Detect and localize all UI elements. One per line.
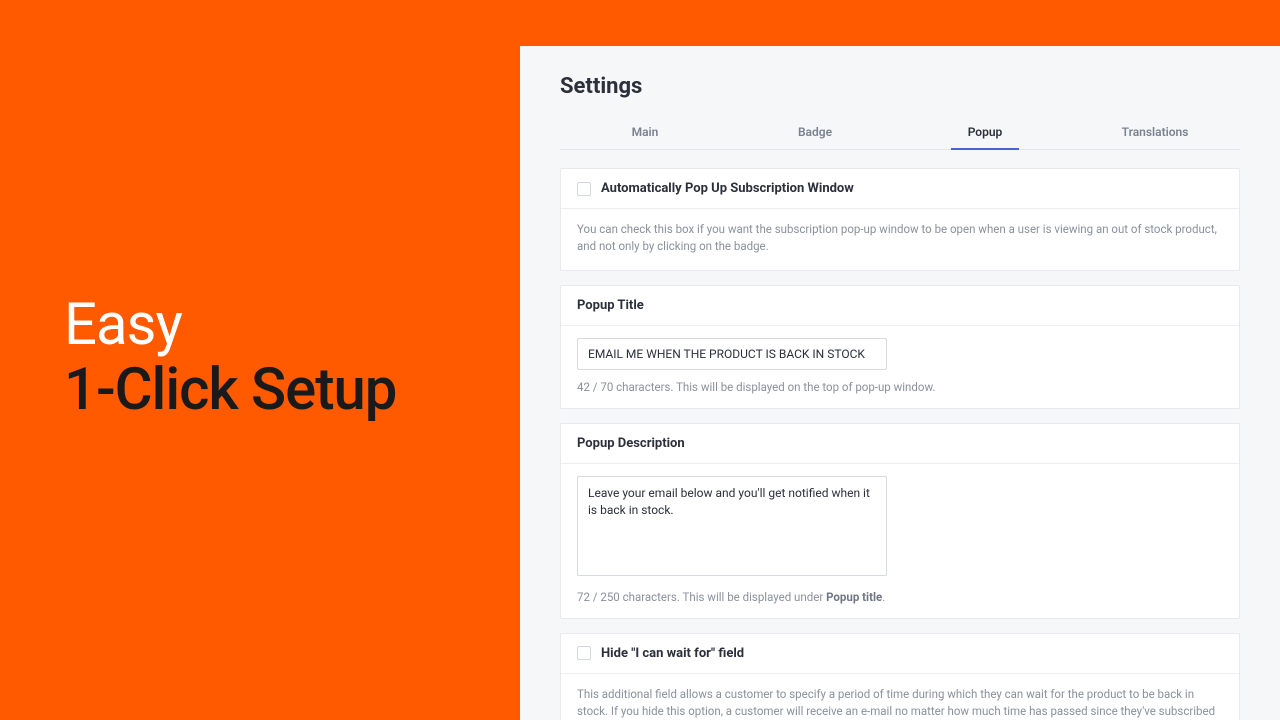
hero-text: Easy 1-Click Setup	[64, 295, 396, 421]
tab-translations[interactable]: Translations	[1070, 117, 1240, 149]
popup-title-input[interactable]	[577, 338, 887, 370]
popup-description-textarea[interactable]	[577, 476, 887, 576]
tab-badge[interactable]: Badge	[730, 117, 900, 149]
popup-title-header: Popup Title	[561, 286, 1239, 326]
card-auto-popup: Automatically Pop Up Subscription Window…	[560, 168, 1240, 271]
settings-panel: Settings Main Badge Popup Translations A…	[520, 46, 1280, 720]
popup-description-counter: 72 / 250 characters. This will be displa…	[577, 590, 1223, 604]
settings-tabs: Main Badge Popup Translations	[560, 117, 1240, 150]
hide-wait-help: This additional field allows a customer …	[577, 686, 1223, 720]
hide-wait-title: Hide "I can wait for" field	[601, 646, 744, 661]
hide-wait-checkbox[interactable]	[577, 646, 591, 660]
card-popup-description: Popup Description 72 / 250 characters. T…	[560, 423, 1240, 619]
popup-title-counter: 42 / 70 characters. This will be display…	[577, 380, 1223, 394]
hero-line-1: Easy	[64, 295, 396, 356]
tab-popup[interactable]: Popup	[900, 117, 1070, 149]
card-popup-title: Popup Title 42 / 70 characters. This wil…	[560, 285, 1240, 409]
hide-wait-header: Hide "I can wait for" field	[561, 634, 1239, 674]
card-hide-wait: Hide "I can wait for" field This additio…	[560, 633, 1240, 720]
hero-line-2: 1-Click Setup	[64, 360, 396, 421]
tab-main[interactable]: Main	[560, 117, 730, 149]
popup-description-header: Popup Description	[561, 424, 1239, 464]
card-auto-popup-header: Automatically Pop Up Subscription Window	[561, 169, 1239, 209]
auto-popup-help: You can check this box if you want the s…	[577, 221, 1223, 256]
auto-popup-checkbox[interactable]	[577, 182, 591, 196]
page-title: Settings	[560, 74, 1240, 99]
auto-popup-title: Automatically Pop Up Subscription Window	[601, 181, 854, 196]
